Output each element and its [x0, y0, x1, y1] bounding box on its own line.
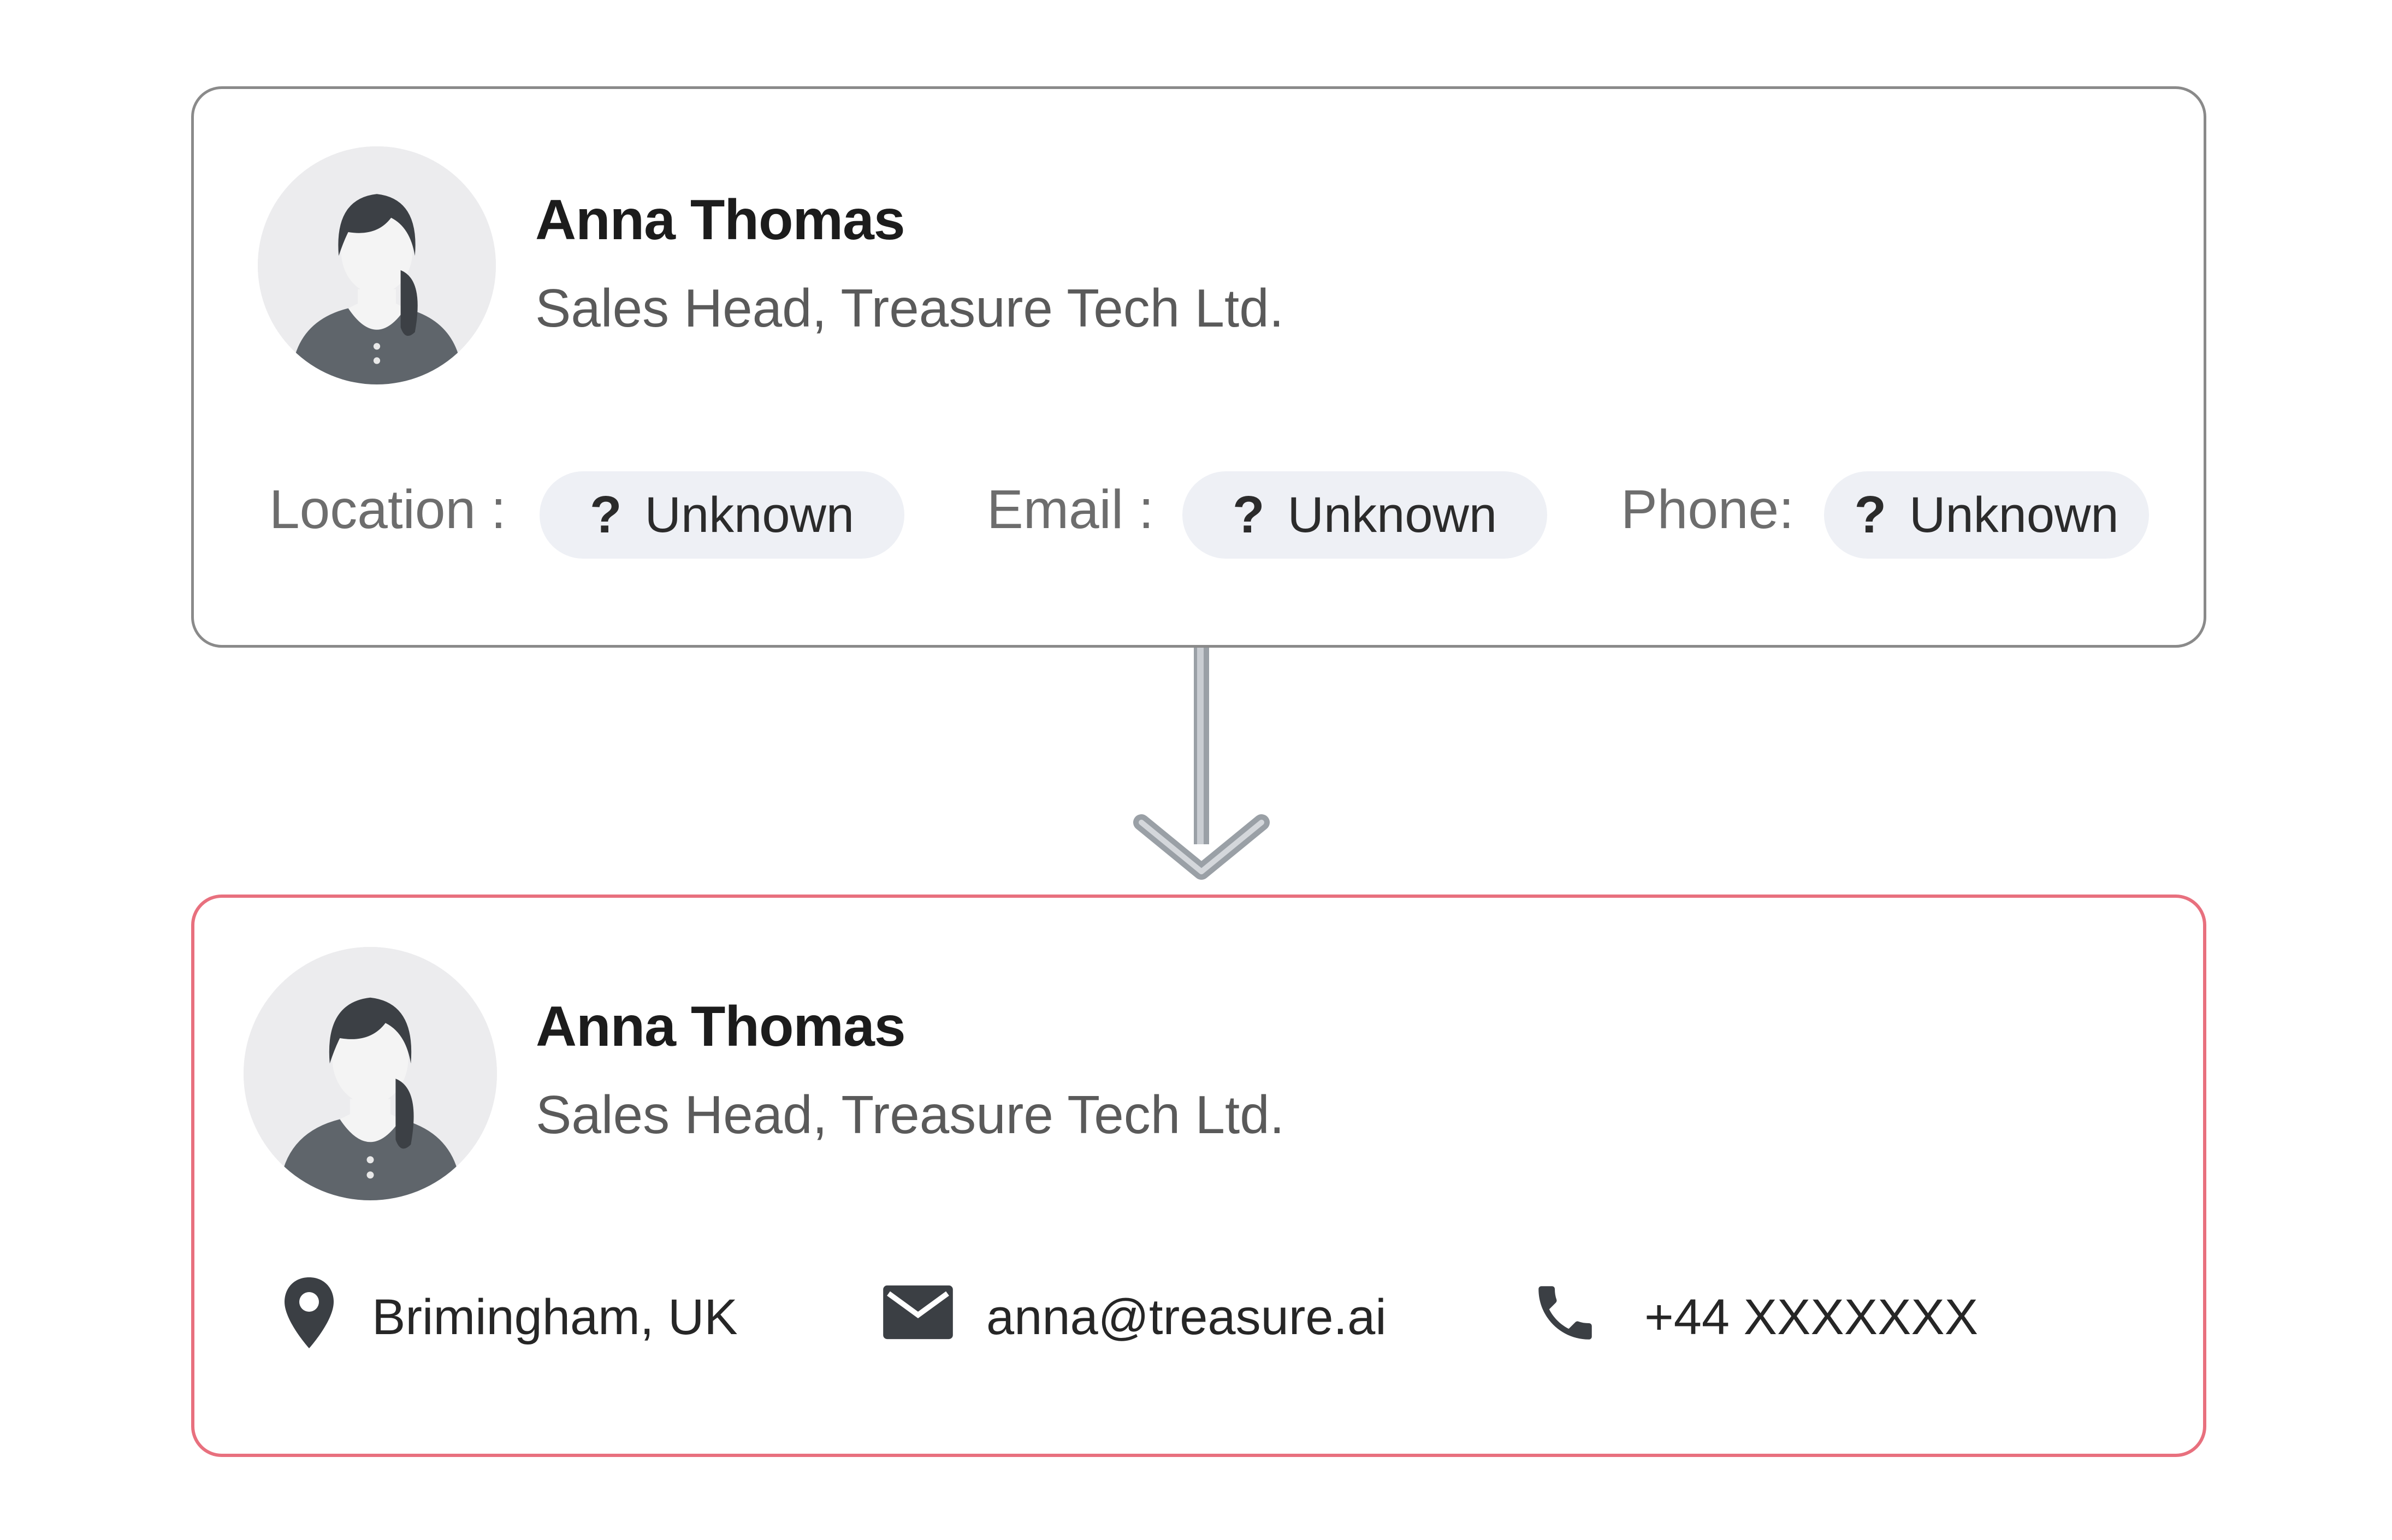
location-pin-icon: [276, 1275, 342, 1351]
location-unknown-chip: ? Unknown: [540, 471, 904, 559]
avatar: [244, 947, 497, 1200]
profile-name: Anna Thomas: [536, 995, 906, 1058]
chip-value: Unknown: [644, 487, 855, 543]
profile-title: Sales Head, Treasure Tech Ltd.: [536, 1085, 1284, 1145]
phone-value[interactable]: +44 XXXXXXX: [1644, 1292, 1978, 1342]
chip-value: Unknown: [1287, 487, 1497, 543]
profile-name: Anna Thomas: [535, 188, 905, 252]
email-label: Email :: [987, 479, 1154, 540]
location-label: Location :: [269, 479, 506, 540]
down-arrow-icon: [1130, 648, 1272, 882]
question-mark-icon: ?: [589, 485, 622, 544]
question-mark-icon: ?: [1854, 485, 1887, 544]
profile-card-before: Anna Thomas Sales Head, Treasure Tech Lt…: [191, 86, 2206, 648]
profile-card-after: Anna Thomas Sales Head, Treasure Tech Lt…: [191, 895, 2206, 1457]
chip-value: Unknown: [1909, 487, 2119, 543]
female-avatar-icon: [244, 947, 497, 1200]
location-value: Brimingham, UK: [372, 1289, 738, 1345]
email-value[interactable]: anna@treasure.ai: [986, 1292, 1387, 1342]
phone-label: Phone:: [1621, 479, 1794, 540]
avatar: [258, 146, 496, 384]
profile-title: Sales Head, Treasure Tech Ltd.: [535, 278, 1284, 338]
question-mark-icon: ?: [1232, 485, 1265, 544]
email-unknown-chip: ? Unknown: [1182, 471, 1547, 559]
phone-icon: [1530, 1277, 1601, 1348]
female-avatar-icon: [258, 146, 496, 384]
phone-unknown-chip: ? Unknown: [1824, 471, 2149, 559]
mail-icon: [880, 1283, 956, 1342]
